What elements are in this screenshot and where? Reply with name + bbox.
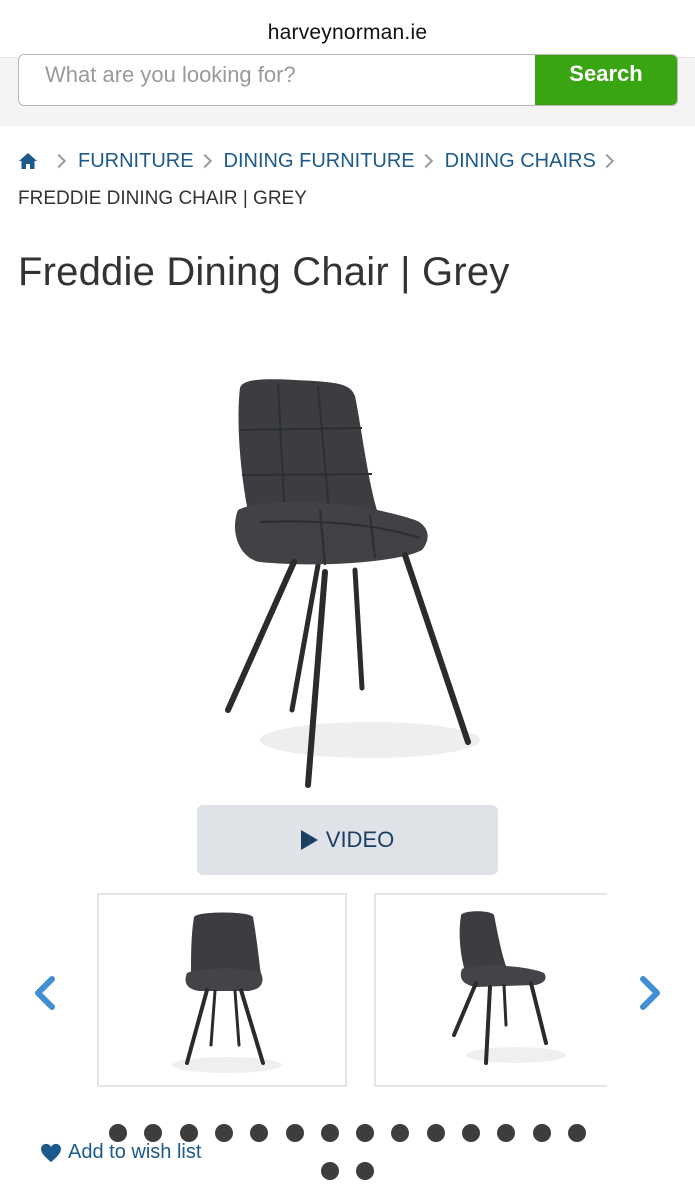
chevron-right-icon	[599, 153, 614, 169]
chair-front-thumbnail	[172, 912, 282, 1073]
pagination-dot[interactable]	[144, 1124, 163, 1142]
pagination-dot[interactable]	[179, 1124, 198, 1142]
breadcrumb-dining-chairs[interactable]: DINING CHAIRS	[445, 142, 596, 180]
wishlist-label: Add to wish list	[68, 1141, 202, 1163]
pagination-dot[interactable]	[497, 1124, 516, 1142]
pagination-dot[interactable]	[426, 1124, 445, 1142]
play-icon	[300, 830, 318, 850]
thumbnail-front-view[interactable]	[97, 893, 347, 1087]
pagination-dot[interactable]	[285, 1124, 304, 1142]
breadcrumb: FURNITURE DINING FURNITURE DINING CHAIRS…	[18, 142, 678, 218]
product-image[interactable]	[200, 370, 500, 795]
product-title: Freddie Dining Chair | Grey	[18, 250, 510, 294]
pagination-dot[interactable]	[321, 1162, 339, 1180]
breadcrumb-dining-furniture[interactable]: DINING FURNITURE	[224, 142, 415, 180]
pagination-dot[interactable]	[320, 1124, 339, 1142]
url-text: harveynorman.ie	[267, 20, 428, 44]
chevron-right-icon	[51, 153, 67, 169]
pagination-dot[interactable]	[109, 1124, 127, 1142]
thumbnail-viewport	[97, 893, 607, 1088]
add-to-wishlist-button[interactable]: Add to wish list	[40, 1141, 201, 1164]
heart-icon	[41, 1143, 61, 1162]
search-strip: Search	[0, 54, 695, 126]
pagination-dot[interactable]	[356, 1124, 375, 1142]
video-button[interactable]: VIDEO	[197, 805, 498, 875]
chevron-right-icon[interactable]	[635, 973, 665, 1013]
breadcrumb-row: FURNITURE DINING FURNITURE DINING CHAIRS	[18, 142, 678, 180]
pagination-dot[interactable]	[391, 1124, 410, 1142]
thumbnail-angle-view[interactable]	[374, 893, 607, 1087]
breadcrumb-furniture[interactable]: FURNITURE	[78, 142, 194, 180]
browser-url-bar[interactable]: harveynorman.ie	[0, 0, 695, 58]
video-label: VIDEO	[325, 827, 395, 852]
pagination-dot[interactable]	[462, 1124, 480, 1142]
home-icon[interactable]	[18, 151, 38, 171]
pagination-dot[interactable]	[567, 1124, 586, 1142]
pagination-dot[interactable]	[356, 1162, 375, 1180]
thumbnail-carousel	[0, 893, 695, 1088]
chevron-left-icon[interactable]	[30, 973, 60, 1013]
chevron-right-icon	[418, 153, 433, 169]
chevron-right-icon	[197, 153, 212, 169]
breadcrumb-current: FREDDIE DINING CHAIR | GREY	[18, 188, 307, 209]
pagination-dot[interactable]	[250, 1124, 269, 1142]
search-box: Search	[18, 54, 678, 106]
pagination-dot[interactable]	[532, 1124, 551, 1142]
search-input[interactable]	[19, 55, 535, 105]
pagination-dot[interactable]	[214, 1124, 233, 1142]
chair-angle-thumbnail	[452, 911, 566, 1065]
search-button[interactable]: Search	[535, 55, 677, 105]
